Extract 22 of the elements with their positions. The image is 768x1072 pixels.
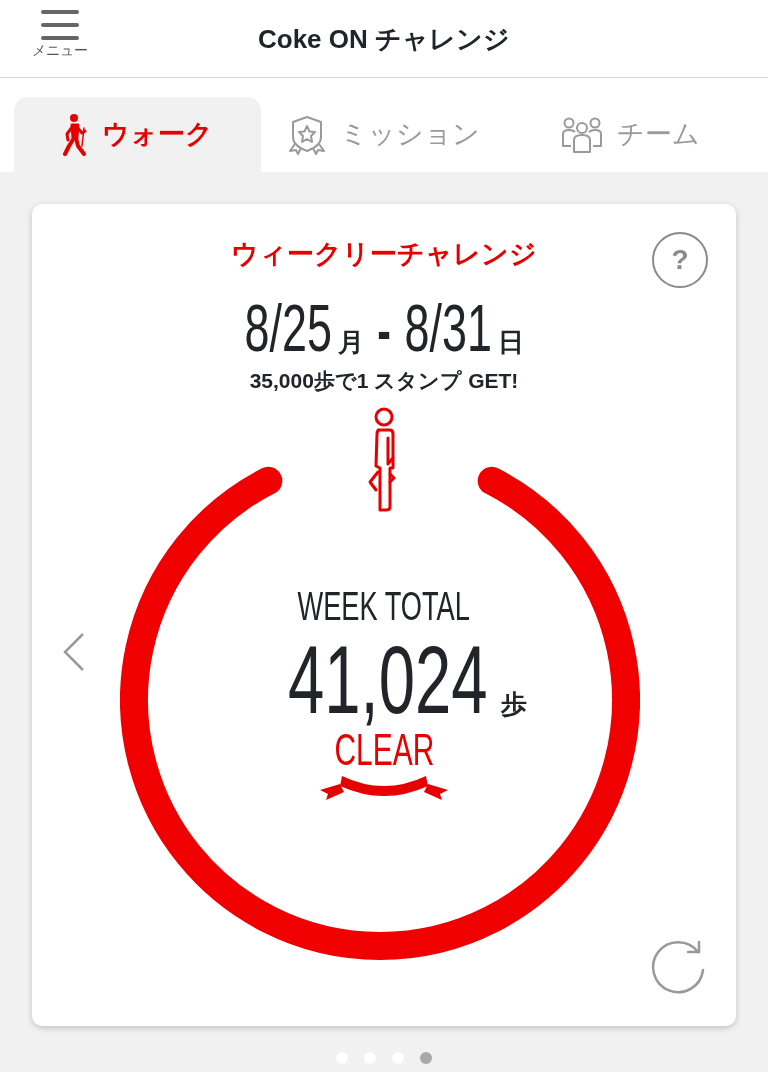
end-date: 8/31 bbox=[404, 295, 492, 361]
previous-button[interactable] bbox=[62, 632, 86, 672]
page-dot[interactable] bbox=[420, 1052, 432, 1064]
menu-button[interactable]: メニュー bbox=[22, 8, 98, 58]
tab[interactable]: ウォーク bbox=[14, 97, 261, 172]
weekday-label: 日 bbox=[498, 326, 525, 359]
menu-icon bbox=[40, 8, 80, 42]
page-title: Coke ON チャレンジ bbox=[258, 24, 510, 54]
date-separator: - bbox=[377, 296, 391, 366]
step-total: 41,024 bbox=[288, 632, 488, 728]
goal-text: 35,000歩で1 スタンプ GET! bbox=[249, 368, 519, 394]
group-people-icon bbox=[561, 115, 604, 154]
help-button[interactable]: ? bbox=[652, 232, 708, 288]
unit-label: 歩 bbox=[500, 688, 527, 721]
week-total-label: WEEK TOTAL bbox=[297, 584, 471, 628]
start-date: 8/25 bbox=[244, 295, 332, 361]
clear-label: CLEAR bbox=[334, 728, 434, 772]
walking-person-icon bbox=[61, 113, 88, 156]
challenge-heading: ウィークリーチャレンジ bbox=[231, 238, 537, 271]
weekday-label: 月 bbox=[338, 326, 364, 359]
chevron-left-icon bbox=[62, 632, 86, 672]
badge-star-icon bbox=[288, 114, 326, 155]
